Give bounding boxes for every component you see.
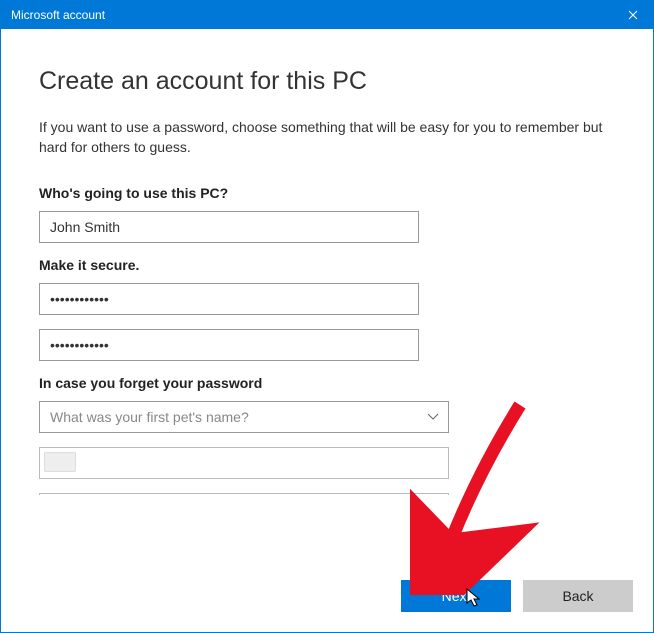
hint-answer-placeholder-graphic [44, 452, 76, 472]
titlebar: Microsoft account [1, 1, 653, 29]
hint-answer-input[interactable] [39, 447, 449, 479]
footer-buttons: Next Back [401, 580, 633, 612]
next-button[interactable]: Next [401, 580, 511, 612]
username-label: Who's going to use this PC? [39, 185, 615, 201]
close-icon [628, 7, 638, 23]
password-label: Make it secure. [39, 257, 615, 273]
password-input[interactable] [39, 283, 419, 315]
username-input[interactable] [39, 211, 419, 243]
hint-question-value: What was your first pet's name? [39, 401, 449, 433]
page-description: If you want to use a password, choose so… [39, 118, 615, 157]
close-button[interactable] [613, 1, 653, 29]
cutoff-field-edge [39, 493, 449, 495]
recovery-label: In case you forget your password [39, 375, 615, 391]
content-area: Create an account for this PC If you wan… [1, 29, 653, 632]
window-title: Microsoft account [11, 8, 613, 22]
confirm-password-input[interactable] [39, 329, 419, 361]
chevron-down-icon [427, 410, 439, 424]
account-setup-window: Microsoft account Create an account for … [0, 0, 654, 633]
back-button[interactable]: Back [523, 580, 633, 612]
hint-question-select[interactable]: What was your first pet's name? [39, 401, 449, 433]
page-title: Create an account for this PC [39, 67, 615, 96]
